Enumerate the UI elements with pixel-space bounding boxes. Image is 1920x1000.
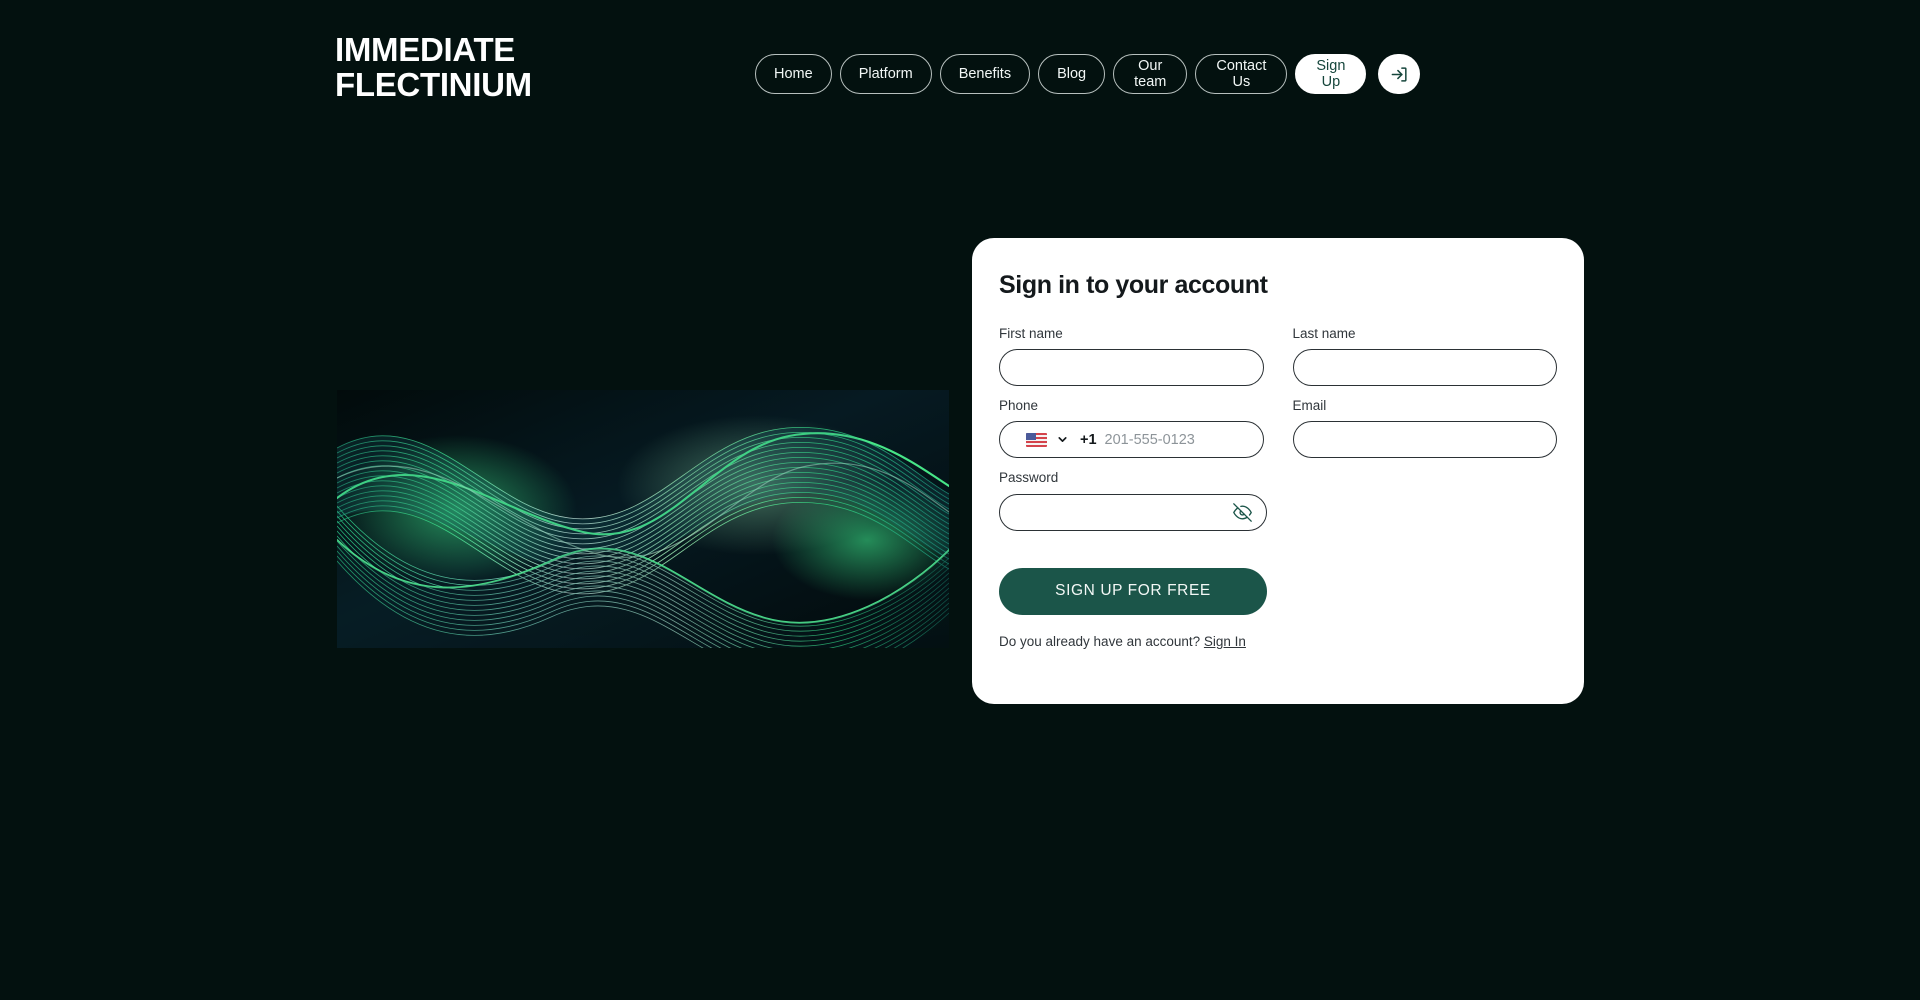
first-name-input[interactable] bbox=[1014, 350, 1249, 386]
password-row: Password bbox=[999, 470, 1557, 531]
page-title: Sign in to your account bbox=[999, 271, 1268, 299]
signup-card: Sign in to your account First name Last … bbox=[972, 238, 1584, 704]
login-arrow-icon bbox=[1390, 65, 1409, 84]
abstract-green-wave-artwork bbox=[337, 390, 949, 648]
first-name-input-wrapper[interactable] bbox=[999, 349, 1264, 387]
login-button[interactable] bbox=[1378, 54, 1421, 94]
first-name-field-group: First name bbox=[999, 326, 1264, 387]
phone-label: Phone bbox=[999, 398, 1039, 414]
page-root: IMMEDIATE FLECTINIUM Home Platform Benef… bbox=[0, 0, 1920, 1000]
nav-item-blog[interactable]: Blog bbox=[1038, 54, 1106, 94]
nav-item-home[interactable]: Home bbox=[755, 54, 832, 94]
brand-logo[interactable]: IMMEDIATE FLECTINIUM bbox=[335, 32, 665, 103]
contact-row: Phone +1 Email bbox=[999, 398, 1557, 459]
nav-item-label: Our team bbox=[1134, 57, 1167, 90]
sign-in-link[interactable]: Sign In bbox=[1204, 634, 1246, 649]
site-header: IMMEDIATE FLECTINIUM Home Platform Benef… bbox=[0, 0, 1920, 150]
password-input-wrapper[interactable] bbox=[999, 493, 1267, 531]
last-name-field-group: Last name bbox=[1292, 326, 1557, 387]
eye-off-icon[interactable] bbox=[1231, 501, 1253, 523]
name-row: First name Last name bbox=[999, 326, 1557, 387]
phone-field-group: Phone +1 bbox=[999, 398, 1264, 459]
last-name-input-wrapper[interactable] bbox=[1292, 349, 1557, 387]
phone-input[interactable] bbox=[1104, 422, 1249, 458]
nav-item-label: Sign Up bbox=[1316, 57, 1346, 90]
last-name-input[interactable] bbox=[1307, 350, 1542, 386]
sign-up-for-free-button[interactable]: SIGN UP FOR FREE bbox=[999, 567, 1267, 615]
chevron-down-icon[interactable] bbox=[1056, 433, 1069, 446]
password-field-group: Password bbox=[999, 470, 1267, 531]
nav-item-label: Home bbox=[774, 65, 813, 82]
last-name-label: Last name bbox=[1292, 326, 1356, 341]
signup-card-content: Sign in to your account First name Last … bbox=[999, 271, 1557, 649]
password-input[interactable] bbox=[1014, 494, 1252, 530]
nav-item-benefits[interactable]: Benefits bbox=[939, 54, 1031, 94]
nav-item-label: Blog bbox=[1057, 65, 1087, 82]
email-field-group: Email bbox=[1292, 398, 1557, 459]
first-name-label: First name bbox=[999, 326, 1063, 341]
nav-item-label: Benefits bbox=[958, 65, 1012, 82]
nav-item-contact-us[interactable]: Contact Us bbox=[1195, 54, 1288, 94]
existing-account-label: Do you already have an account? bbox=[999, 633, 1201, 649]
password-label: Password bbox=[999, 470, 1059, 486]
email-input[interactable] bbox=[1307, 422, 1542, 458]
nav-item-sign-up[interactable]: Sign Up bbox=[1295, 54, 1367, 94]
email-label: Email bbox=[1292, 398, 1327, 414]
phone-dial-code: +1 bbox=[1080, 431, 1097, 448]
existing-account-text: Do you already have an account? Sign In bbox=[999, 634, 1557, 649]
email-input-wrapper[interactable] bbox=[1292, 421, 1557, 459]
main-navigation: Home Platform Benefits Blog Our team Con… bbox=[755, 54, 1421, 94]
nav-item-our-team[interactable]: Our team bbox=[1113, 54, 1188, 94]
us-flag-icon[interactable] bbox=[1026, 432, 1047, 447]
nav-item-label: Contact Us bbox=[1216, 57, 1267, 90]
nav-item-platform[interactable]: Platform bbox=[839, 54, 932, 94]
phone-input-wrapper[interactable]: +1 bbox=[999, 421, 1264, 459]
nav-item-label: Platform bbox=[858, 65, 913, 82]
